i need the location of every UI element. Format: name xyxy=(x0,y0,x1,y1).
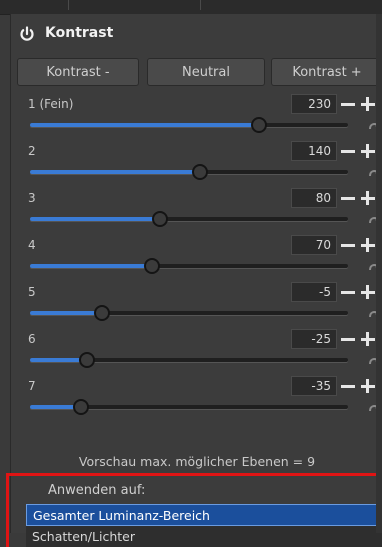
divider xyxy=(200,0,201,10)
contrast-decrease-button[interactable]: Kontrast - xyxy=(17,58,139,86)
slider-handle[interactable] xyxy=(72,399,89,415)
slider-fill xyxy=(30,311,102,315)
divider xyxy=(68,0,69,10)
plus-icon[interactable] xyxy=(366,144,369,158)
top-strip xyxy=(0,0,382,15)
level-slider[interactable] xyxy=(30,258,348,274)
slider-handle[interactable] xyxy=(250,117,267,133)
level-label: 5 xyxy=(28,285,36,299)
slider-handle[interactable] xyxy=(93,305,110,321)
level-value-input[interactable]: 140 xyxy=(291,141,337,161)
slider-handle[interactable] xyxy=(152,211,169,227)
list-item[interactable]: Gesamter Luminanz-Bereich xyxy=(26,504,382,526)
minus-icon[interactable] xyxy=(341,291,355,294)
level-label: 3 xyxy=(28,191,36,205)
minus-icon[interactable] xyxy=(341,150,355,153)
level-slider[interactable] xyxy=(30,117,348,133)
apply-to-list[interactable]: Gesamter Luminanz-Bereich Schatten/Licht… xyxy=(26,504,382,547)
panel-title: Kontrast xyxy=(45,25,114,41)
level-label: 7 xyxy=(28,379,36,393)
level-slider[interactable] xyxy=(30,211,348,227)
neutral-button[interactable]: Neutral xyxy=(147,58,265,86)
slider-handle[interactable] xyxy=(144,258,161,274)
plus-icon[interactable] xyxy=(366,238,369,252)
plus-icon[interactable] xyxy=(366,332,369,346)
plus-icon[interactable] xyxy=(366,285,369,299)
preview-info: Vorschau max. möglicher Ebenen = 9 xyxy=(78,454,316,469)
minus-icon[interactable] xyxy=(341,103,355,106)
level-value-input[interactable]: -5 xyxy=(291,282,337,302)
panel-header[interactable]: Kontrast xyxy=(11,14,382,54)
level-label: 6 xyxy=(28,332,36,346)
slider-handle[interactable] xyxy=(192,164,209,180)
level-value-input[interactable]: 230 xyxy=(291,94,337,114)
contrast-increase-button[interactable]: Kontrast + xyxy=(271,58,382,86)
level-value-input[interactable]: -35 xyxy=(291,376,337,396)
slider-handle[interactable] xyxy=(79,352,96,368)
slider-fill xyxy=(30,264,153,268)
apply-to-label: Anwenden auf: xyxy=(48,483,146,498)
minus-icon[interactable] xyxy=(341,338,355,341)
plus-icon[interactable] xyxy=(366,379,369,393)
slider-fill xyxy=(30,217,161,221)
level-value-input[interactable]: -25 xyxy=(291,329,337,349)
plus-icon[interactable] xyxy=(366,191,369,205)
slider-fill xyxy=(30,123,259,127)
level-label: 1 (Fein) xyxy=(28,97,74,111)
contrast-panel: Kontrast Kontrast - Neutral Kontrast + 1… xyxy=(6,14,382,547)
level-value-input[interactable]: 70 xyxy=(291,235,337,255)
level-slider[interactable] xyxy=(30,164,348,180)
level-label: 2 xyxy=(28,144,36,158)
list-item[interactable]: Schatten/Lichter xyxy=(26,526,382,547)
plus-icon[interactable] xyxy=(366,97,369,111)
level-slider[interactable] xyxy=(30,352,348,368)
minus-icon[interactable] xyxy=(341,385,355,388)
minus-icon[interactable] xyxy=(341,244,355,247)
minus-icon[interactable] xyxy=(341,197,355,200)
scrollbar[interactable] xyxy=(376,14,382,533)
level-value-input[interactable]: 80 xyxy=(291,188,337,208)
level-slider[interactable] xyxy=(30,399,348,415)
level-slider[interactable] xyxy=(30,305,348,321)
level-label: 4 xyxy=(28,238,36,252)
slider-fill xyxy=(30,170,201,174)
power-icon[interactable] xyxy=(19,26,35,42)
